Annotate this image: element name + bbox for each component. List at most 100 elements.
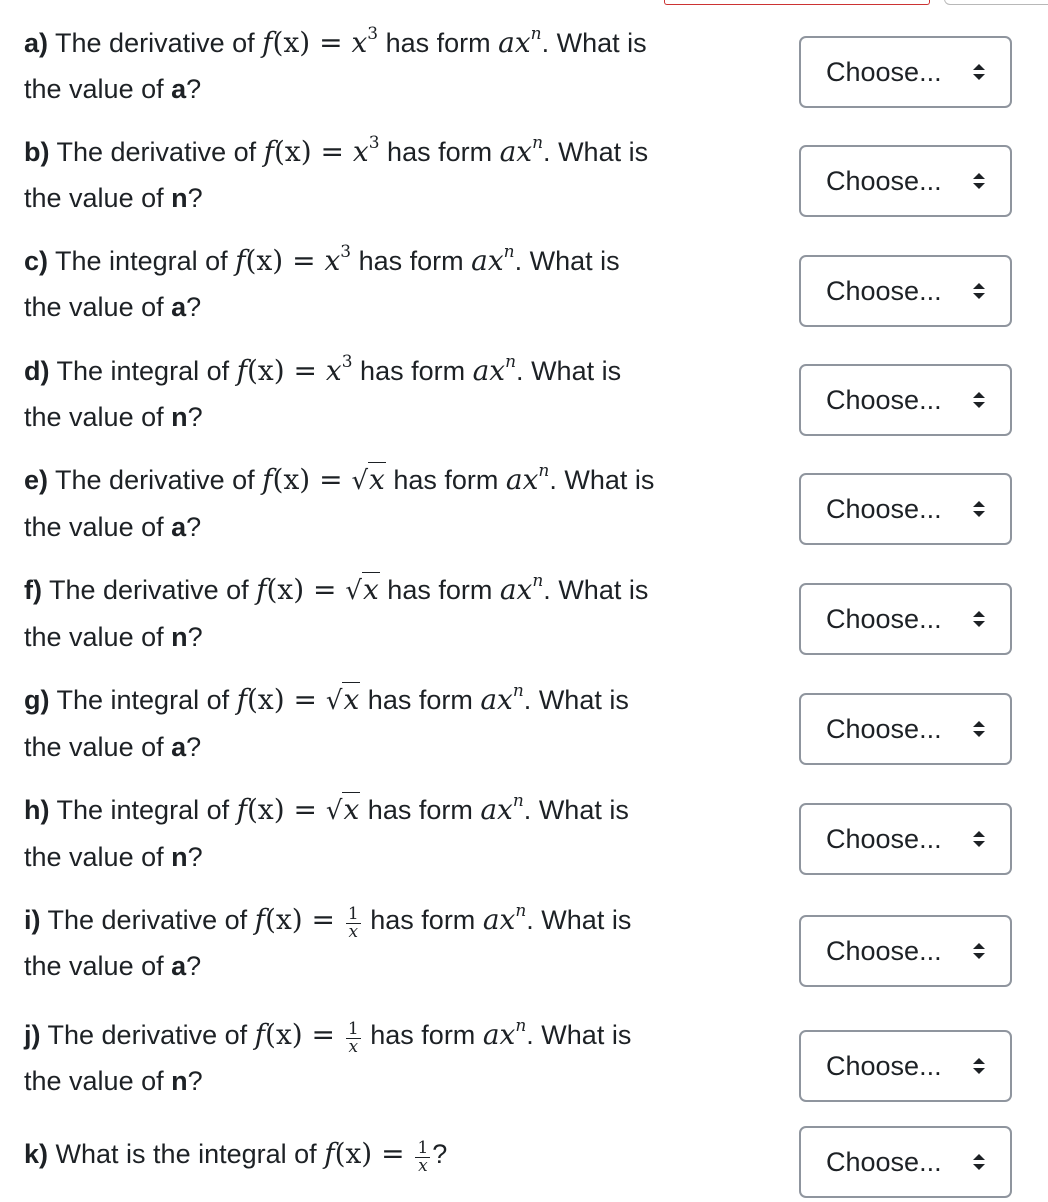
- previous-control-bottom-edge: [944, 0, 1048, 5]
- question-lead: The derivative of: [47, 905, 248, 935]
- target-variable: n: [171, 842, 188, 872]
- question-lead: The integral of: [55, 246, 228, 276]
- form-expression: axn: [499, 571, 544, 607]
- question-label: e): [24, 465, 49, 495]
- form-expression: axn: [482, 1016, 527, 1052]
- has-form-text: has form: [370, 1020, 476, 1050]
- answer-select-a[interactable]: Choose...: [799, 36, 1012, 108]
- form-expression: axn: [471, 242, 515, 278]
- target-variable: n: [171, 622, 188, 652]
- target-variable: a: [171, 951, 187, 981]
- has-form-text: has form: [387, 575, 493, 605]
- form-expression: axn: [480, 791, 524, 827]
- question-c: c) The integral of f(x) = x3 has form ax…: [0, 238, 1048, 348]
- what-is-text: What is: [556, 28, 647, 58]
- answer-select-b[interactable]: Choose...: [799, 145, 1012, 217]
- select-value: Choose...: [826, 604, 942, 634]
- value-of-text: the value of: [24, 951, 164, 981]
- form-expression: axn: [472, 352, 517, 388]
- question-label: c): [24, 246, 49, 276]
- form-expression: axn: [482, 901, 527, 937]
- question-lead: The derivative of: [55, 28, 255, 58]
- answer-select-k[interactable]: Choose...: [799, 1126, 1012, 1198]
- up-down-chevron-icon: [973, 173, 985, 189]
- select-value: Choose...: [826, 936, 942, 966]
- what-is-text: What is: [558, 137, 649, 167]
- form-expression: axn: [480, 681, 524, 717]
- answer-select-e[interactable]: Choose...: [799, 473, 1012, 545]
- select-value: Choose...: [826, 714, 942, 744]
- question-d-text: d) The integral of f(x) = x3 has form ax…: [24, 352, 622, 433]
- question-label: j): [24, 1020, 41, 1050]
- answer-select-d[interactable]: Choose...: [799, 364, 1012, 436]
- question-a-text: a) The derivative of f(x) = x3 has form …: [24, 24, 647, 105]
- question-label: k): [24, 1139, 49, 1169]
- question-i-text: i) The derivative of f(x) = 1x has form …: [24, 901, 632, 982]
- question-c-text: c) The integral of f(x) = x3 has form ax…: [24, 242, 620, 323]
- up-down-chevron-icon: [973, 721, 985, 737]
- select-value: Choose...: [826, 494, 942, 524]
- up-down-chevron-icon: [973, 283, 985, 299]
- question-k: k) What is the integral of f(x) = 1 x? Ch…: [0, 1126, 1048, 1202]
- up-down-chevron-icon: [973, 64, 985, 80]
- question-lead: The derivative of: [49, 575, 249, 605]
- value-of-text: the value of: [24, 183, 164, 213]
- function-expression: f(x) = 1x: [254, 903, 361, 942]
- question-label: d): [24, 356, 50, 386]
- question-g-text: g) The integral of f(x) = √x has form ax…: [24, 681, 629, 762]
- select-value: Choose...: [826, 1147, 942, 1177]
- function-expression: f(x) = √x: [236, 682, 361, 716]
- answer-select-f[interactable]: Choose...: [799, 583, 1012, 655]
- function-expression: f(x) = √x: [236, 792, 361, 826]
- function-expression: f(x) = x3: [262, 24, 379, 60]
- answer-select-i[interactable]: Choose...: [799, 915, 1012, 987]
- question-lead: The integral of: [56, 795, 230, 825]
- form-expression: axn: [499, 133, 544, 169]
- question-lead: What is the integral of: [55, 1139, 317, 1169]
- target-variable: n: [171, 183, 188, 213]
- question-j-text: j) The derivative of f(x) = 1x has form …: [24, 1016, 632, 1097]
- question-label: i): [24, 905, 41, 935]
- fraction-one-over-x: 1x: [345, 904, 361, 942]
- target-variable: n: [171, 402, 188, 432]
- has-form-text: has form: [393, 465, 499, 495]
- what-is-text: What is: [558, 575, 649, 605]
- has-form-text: has form: [370, 905, 476, 935]
- question-a: a) The derivative of f(x) = x3 has form …: [0, 20, 1048, 130]
- select-value: Choose...: [826, 166, 942, 196]
- question-label: f): [24, 575, 42, 605]
- fraction-one-over-x: 1x: [415, 1138, 431, 1176]
- question-g: g) The integral of f(x) = √x has form ax…: [0, 677, 1048, 787]
- question-e: e) The derivative of f(x) = √x has form …: [0, 457, 1048, 567]
- up-down-chevron-icon: [973, 1058, 985, 1074]
- function-expression: f(x) = √x: [262, 462, 386, 496]
- question-lead: The derivative of: [55, 465, 255, 495]
- function-expression: f(x) = x3: [235, 242, 352, 278]
- question-label: a): [24, 28, 49, 58]
- what-is-text: What is: [538, 795, 629, 825]
- select-value: Choose...: [826, 1051, 942, 1081]
- question-f: f) The derivative of f(x) = √x has form …: [0, 567, 1048, 677]
- has-form-text: has form: [360, 356, 466, 386]
- what-is-text: What is: [541, 1020, 632, 1050]
- value-of-text: the value of: [24, 402, 164, 432]
- has-form-text: has form: [358, 246, 464, 276]
- answer-select-h[interactable]: Choose...: [799, 803, 1012, 875]
- has-form-text: has form: [367, 795, 473, 825]
- form-expression: axn: [505, 461, 550, 497]
- value-of-text: the value of: [24, 842, 164, 872]
- question-e-text: e) The derivative of f(x) = √x has form …: [24, 461, 655, 542]
- question-k-text: k) What is the integral of f(x) = 1 x?: [24, 1137, 448, 1176]
- question-b-text: b) The derivative of f(x) = x3 has form …: [24, 133, 649, 214]
- target-variable: n: [171, 1066, 188, 1096]
- function-expression: f(x) = x3: [236, 352, 353, 388]
- value-of-text: the value of: [24, 622, 164, 652]
- select-value: Choose...: [826, 385, 942, 415]
- question-i: i) The derivative of f(x) = 1x has form …: [0, 897, 1048, 1007]
- question-f-text: f) The derivative of f(x) = √x has form …: [24, 571, 649, 652]
- answer-select-c[interactable]: Choose...: [799, 255, 1012, 327]
- question-label: g): [24, 685, 50, 715]
- answer-select-g[interactable]: Choose...: [799, 693, 1012, 765]
- answer-select-j[interactable]: Choose...: [799, 1030, 1012, 1102]
- what-is-text: What is: [564, 465, 655, 495]
